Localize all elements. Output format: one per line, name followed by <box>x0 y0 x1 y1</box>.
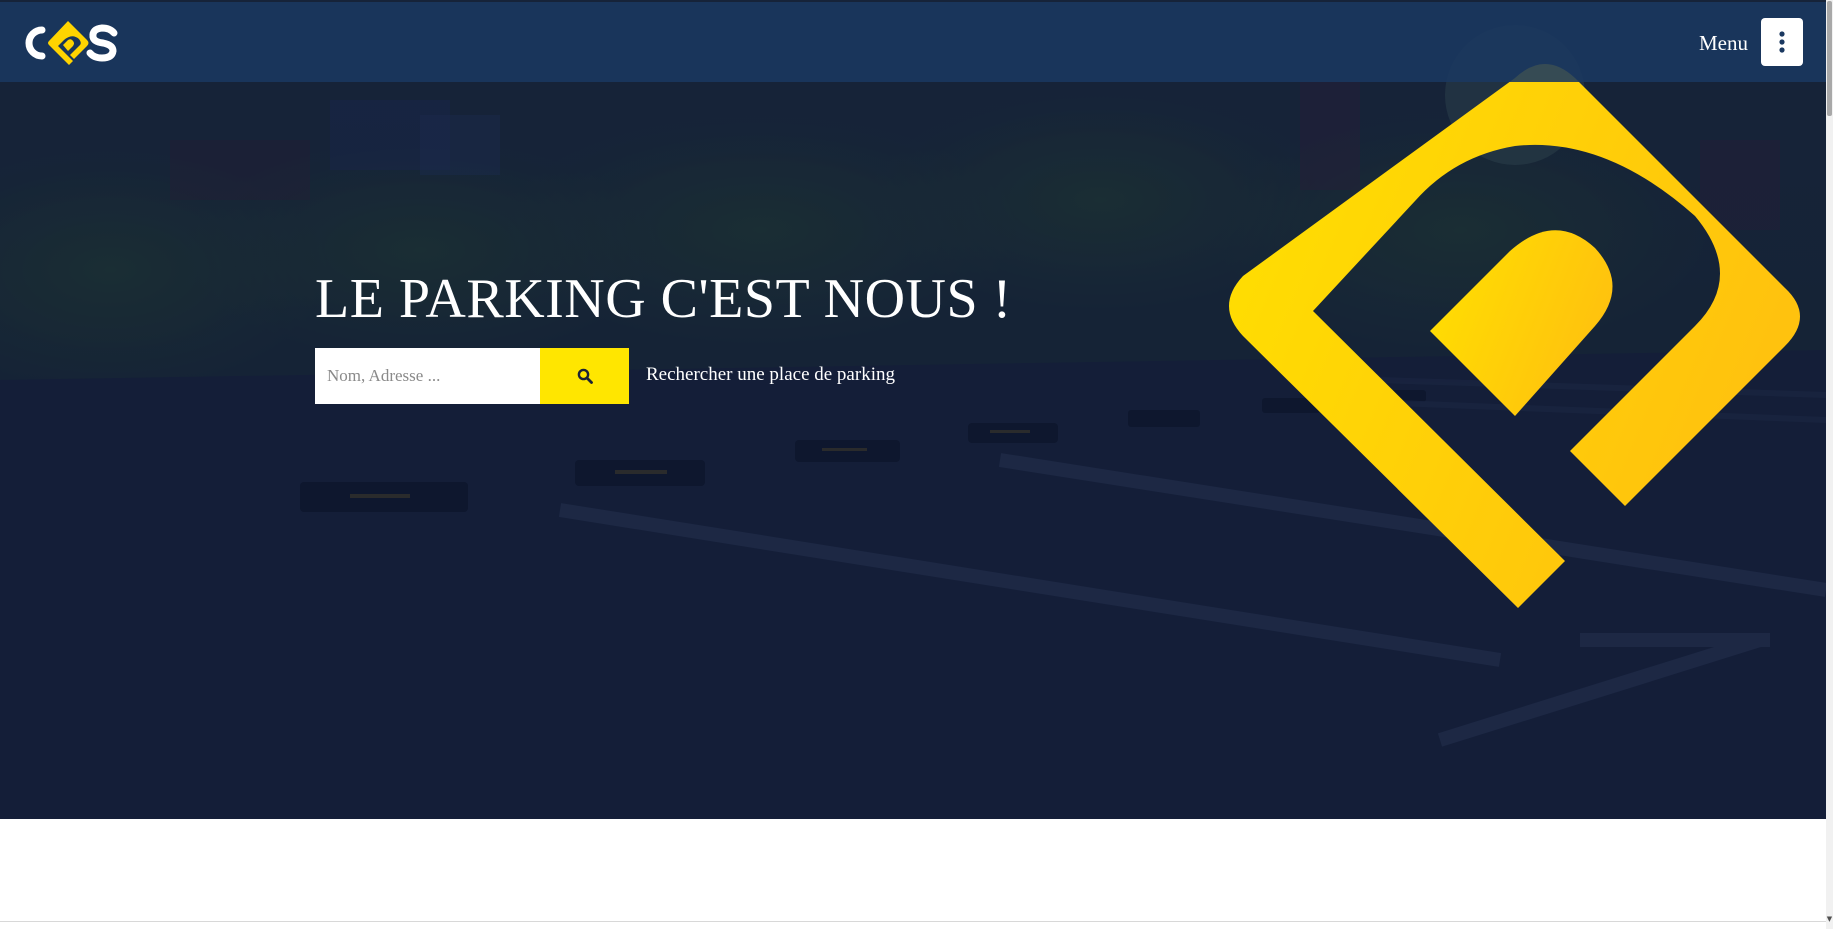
brand-emblem-graphic <box>1229 64 1800 608</box>
menu-button[interactable] <box>1761 18 1803 66</box>
search-icon <box>577 368 593 384</box>
scrollbar-thumb[interactable] <box>1827 1 1832 116</box>
menu-label[interactable]: Menu <box>1699 30 1748 56</box>
scroll-down-arrow-icon[interactable]: ▼ <box>1826 915 1833 923</box>
search-button[interactable] <box>540 348 629 404</box>
cos-logo[interactable] <box>16 16 122 70</box>
page: Menu LE PARKING C'EST NOUS ! Rechercher … <box>0 0 1833 929</box>
hero-section: Menu LE PARKING C'EST NOUS ! Rechercher … <box>0 0 1826 819</box>
search-input[interactable] <box>315 348 540 404</box>
search-caption: Rechercher une place de parking <box>646 364 895 385</box>
section-divider <box>0 921 1826 922</box>
vertical-ellipsis-icon <box>1779 31 1785 53</box>
top-navbar: Menu <box>0 2 1826 82</box>
hero-title: LE PARKING C'EST NOUS ! <box>315 268 1012 330</box>
search-group <box>315 348 629 404</box>
page-scrollbar[interactable]: ▼ <box>1826 0 1833 929</box>
